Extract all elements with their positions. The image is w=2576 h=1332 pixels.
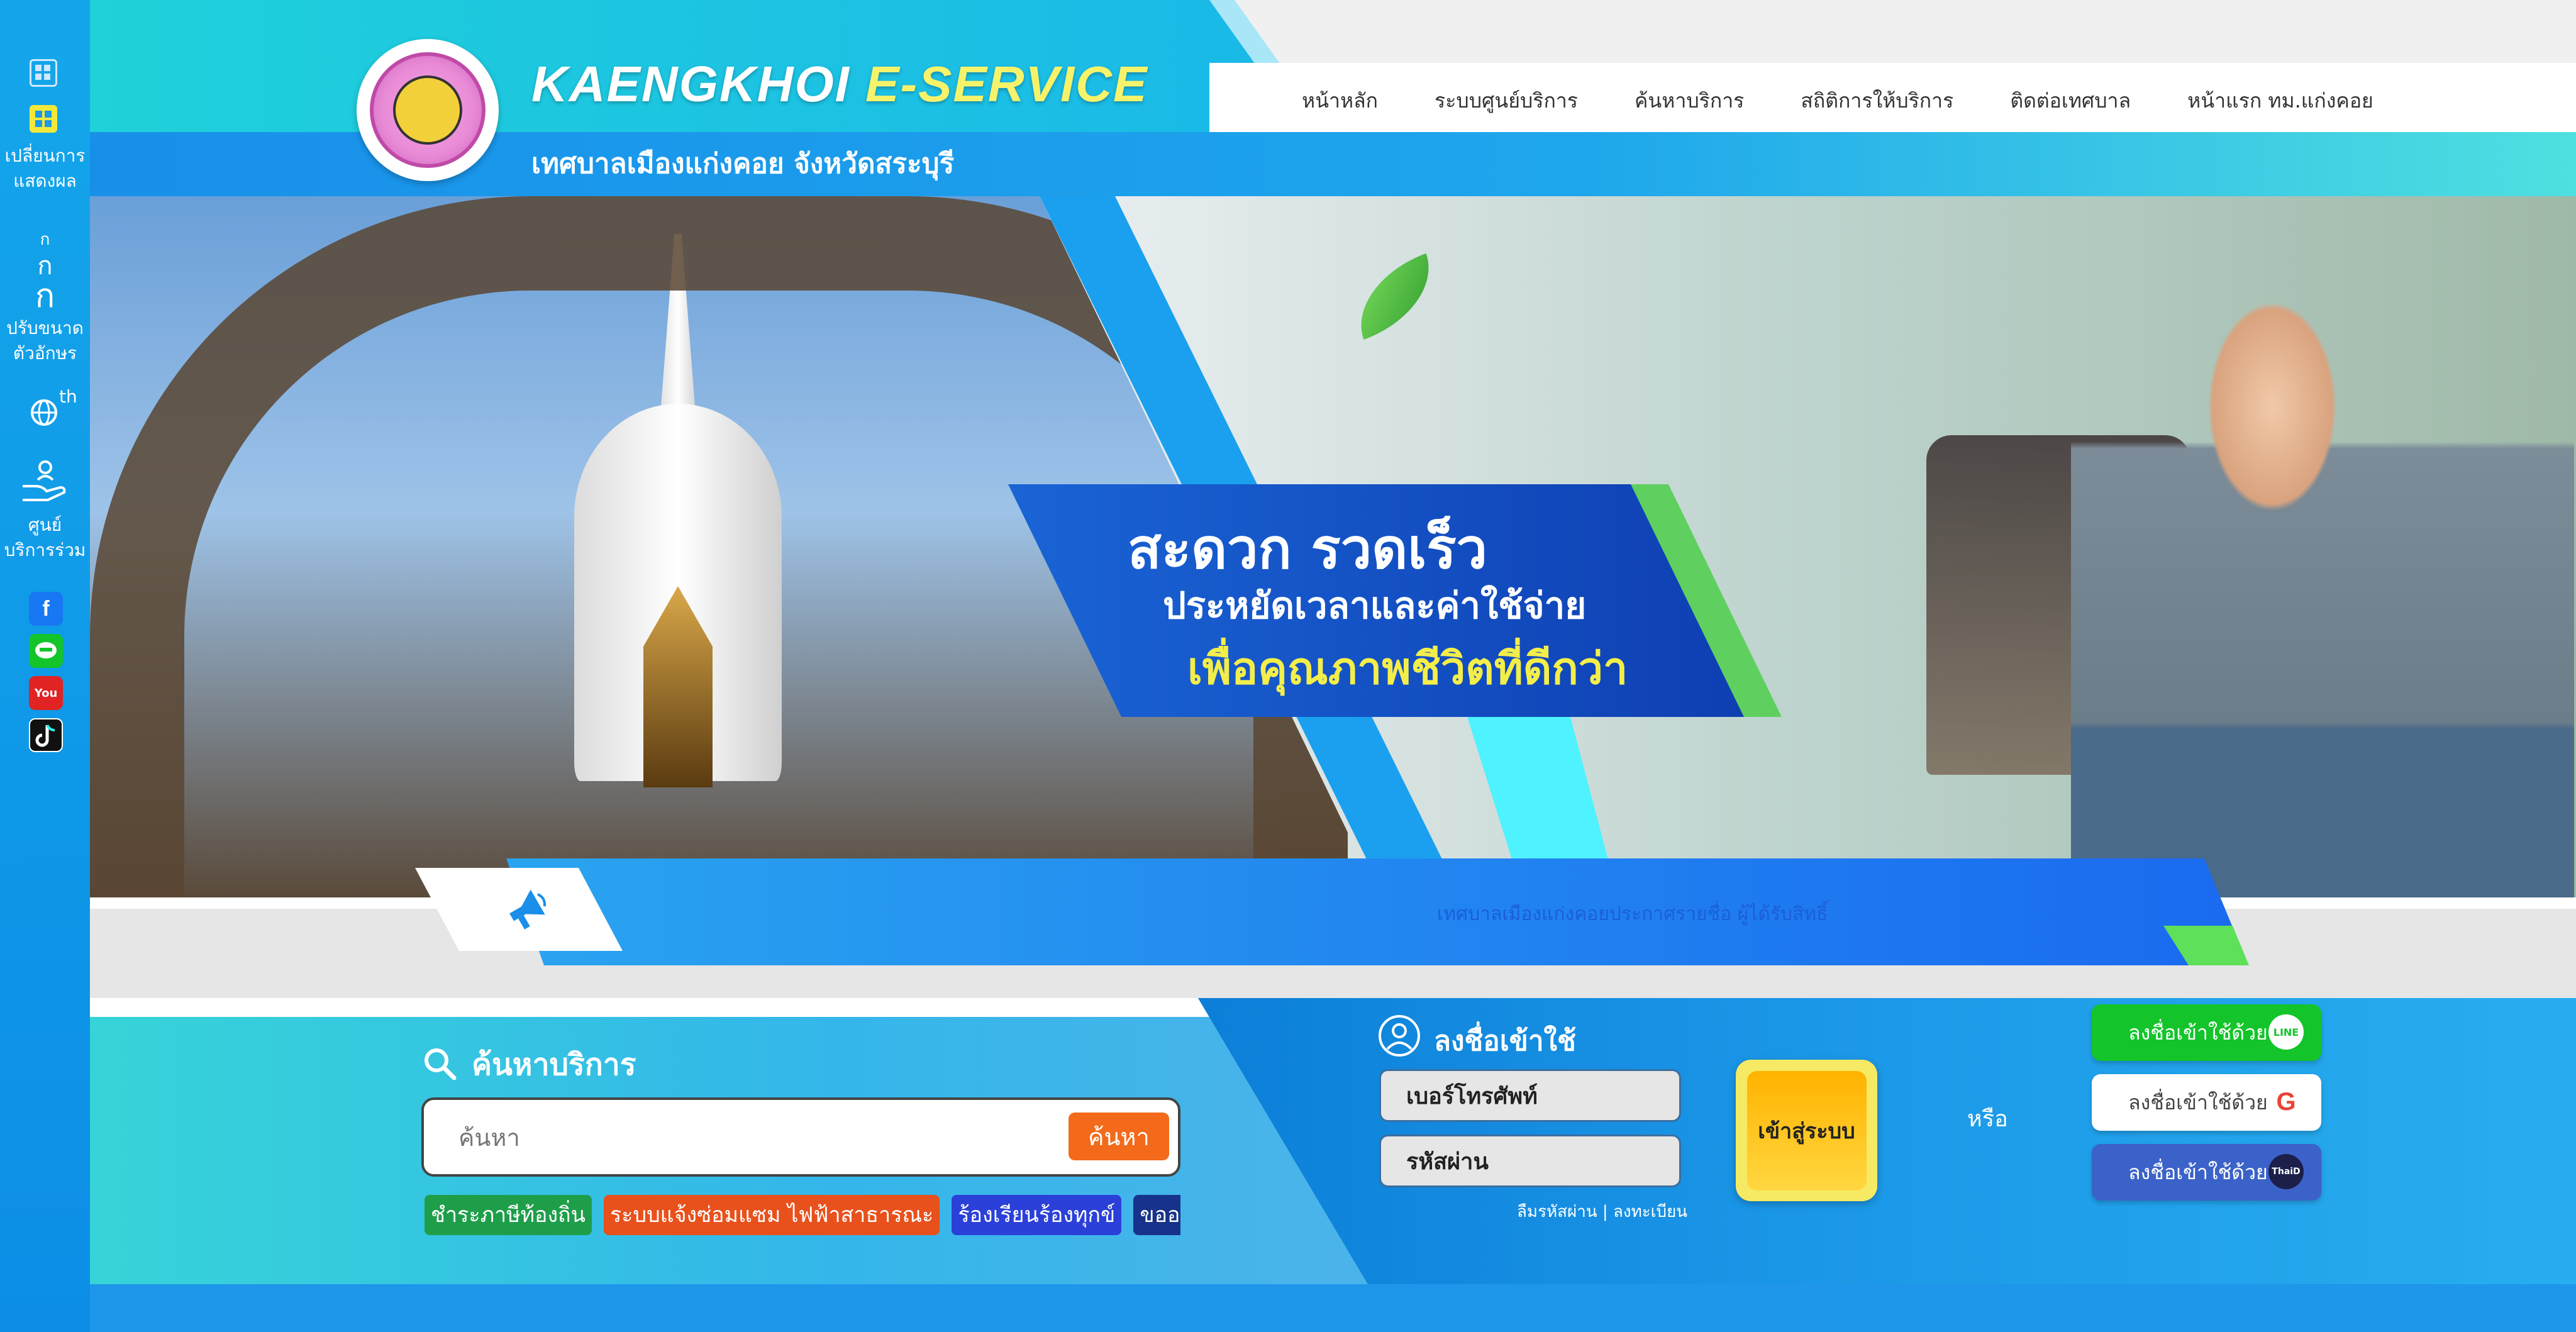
nav-statistics[interactable]: สถิติการให้บริการ	[1801, 85, 1953, 117]
font-size-label-1: ปรับขนาด	[6, 318, 84, 338]
municipality-logo[interactable]	[357, 39, 499, 181]
display-mode-label-2[interactable]: แสดงผล	[0, 169, 90, 194]
thaid-login-label: ลงชื่อเข้าใช้ด้วย	[2128, 1160, 2268, 1184]
youtube-icon[interactable]: You	[29, 676, 63, 710]
promo-line-2: ประหยัดเวลาและค่าใช้จ่าย	[1163, 584, 1587, 627]
chip-permit[interactable]: ขออนุญาตงา	[1133, 1195, 1180, 1235]
line-login-button[interactable]: ลงชื่อเข้าใช้ด้วย LINE	[2092, 1004, 2321, 1061]
tiktok-icon[interactable]	[29, 718, 63, 752]
chip-streetlight-repair[interactable]: ระบบแจ้งซ่อมแซม ไฟฟ้าสาธารณะ	[603, 1195, 940, 1235]
line-login-label: ลงชื่อเข้าใช้ด้วย	[2128, 1020, 2268, 1045]
thaid-login-button[interactable]: ลงชื่อเข้าใช้ด้วย ThaiD	[2092, 1144, 2321, 1201]
line-logo-icon: LINE	[2268, 1014, 2304, 1050]
password-field[interactable]: รหัสผ่าน	[1379, 1135, 1681, 1187]
grid-icon[interactable]	[30, 59, 57, 87]
banner-traveler	[2071, 196, 2574, 897]
line-icon[interactable]	[29, 634, 63, 668]
search-button[interactable]: ค้นหา	[1069, 1113, 1169, 1160]
display-mode-icon[interactable]	[30, 105, 57, 133]
logo-seal	[370, 52, 486, 168]
announcement-bar	[506, 858, 2248, 965]
search-icon	[421, 1045, 458, 1082]
nav-contact[interactable]: ติดต่อเทศบาล	[2010, 85, 2131, 117]
megaphone-icon	[498, 880, 555, 937]
footer-bar	[90, 1284, 2576, 1332]
brand-title[interactable]: KAENGKHOI E-SERVICE	[531, 55, 1148, 113]
forgot-register-link[interactable]: ลืมรหัสผ่าน | ลงทะเบียน	[1517, 1199, 1687, 1224]
font-size-label-2: ตัวอักษร	[13, 343, 77, 364]
service-center-icon[interactable]	[19, 456, 72, 509]
or-separator: หรือ	[1967, 1106, 2008, 1132]
facebook-icon[interactable]: f	[29, 592, 63, 626]
thaid-logo-icon: ThaiD	[2268, 1154, 2304, 1189]
accessibility-sidebar: เปลี่ยนการ แสดงผล ก ก ก ปรับขนาด ตัวอักษ…	[0, 0, 90, 1332]
google-login-button[interactable]: ลงชื่อเข้าใช้ด้วย G	[2092, 1074, 2321, 1131]
phone-field[interactable]: เบอร์โทรศัพท์	[1379, 1069, 1681, 1122]
service-center-label-1[interactable]: ศูนย์	[0, 513, 90, 538]
globe-icon[interactable]	[29, 396, 60, 428]
language-code[interactable]: th	[59, 386, 77, 407]
hero-banner: สะดวก รวดเร็ว ประหยัดเวลาและค่าใช้จ่าย เ…	[90, 196, 2576, 897]
font-large-button[interactable]: ก	[0, 269, 90, 321]
logo-emblem	[393, 75, 462, 145]
search-input[interactable]	[458, 1118, 1024, 1158]
promo-line-3: เพื่อคุณภาพชีวิตที่ดีกว่า	[1187, 643, 1628, 694]
site-subtitle: เทศบาลเมืองแก่งคอย จังหวัดสระบุรี	[531, 148, 955, 180]
search-title: ค้นหาบริการ	[472, 1047, 636, 1082]
google-logo-icon: G	[2268, 1084, 2304, 1119]
chip-complaint[interactable]: ร้องเรียนร้องทุกข์	[952, 1195, 1122, 1235]
login-button-label: เข้าสู่ระบบ	[1746, 1070, 1867, 1190]
nav-municipality-home[interactable]: หน้าแรก ทม.แก่งคอย	[2187, 85, 2373, 117]
login-button[interactable]: เข้าสู่ระบบ	[1736, 1060, 1877, 1201]
nav-service-center[interactable]: ระบบศูนย์บริการ	[1435, 85, 1578, 117]
display-mode-label-1[interactable]: เปลี่ยนการ	[0, 143, 90, 169]
nav-home[interactable]: หน้าหลัก	[1302, 85, 1378, 117]
brand-part1: KAENGKHOI	[531, 56, 866, 112]
nav-search-service[interactable]: ค้นหาบริการ	[1635, 85, 1744, 117]
brand-part2: E-SERVICE	[865, 56, 1148, 112]
main-nav: หน้าหลัก ระบบศูนย์บริการ ค้นหาบริการ สถิ…	[1302, 85, 2430, 117]
login-title: ลงชื่อเข้าใช้	[1434, 1025, 1576, 1057]
google-login-label: ลงชื่อเข้าใช้ด้วย	[2128, 1090, 2268, 1114]
user-icon	[1377, 1014, 1421, 1058]
chip-local-tax[interactable]: ชำระภาษีท้องถิ่น	[425, 1195, 592, 1235]
announcement-ticker[interactable]: เทศบาลเมืองแก่งคอยประกาศรายชื่อ ผู้ได้รั…	[1437, 899, 1828, 929]
quick-service-chips: ชำระภาษีท้องถิ่น ระบบแจ้งซ่อมแซม ไฟฟ้าสา…	[425, 1195, 1180, 1235]
search-box: ค้นหา	[421, 1097, 1180, 1177]
service-center-label-2[interactable]: บริการร่วม	[0, 538, 90, 563]
